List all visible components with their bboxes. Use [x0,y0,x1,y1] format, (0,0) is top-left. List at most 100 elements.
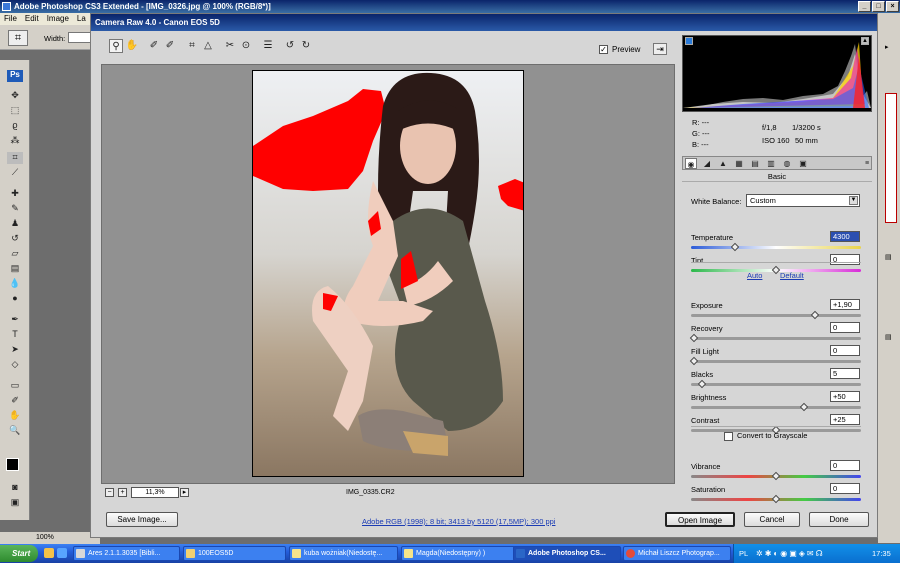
tab-hsl-icon[interactable]: ▦ [733,158,745,169]
preferences-icon[interactable]: ☰ [261,39,275,53]
auto-link[interactable]: Auto [747,271,762,280]
magic-wand-tool-icon[interactable]: ⁂ [7,135,23,147]
fullscreen-icon[interactable]: ⇥ [653,43,667,55]
quick-launch-icon[interactable] [44,548,54,558]
red-eye-tool-icon[interactable]: ⊙ [239,39,253,53]
tab-detail-icon[interactable]: ▲ [717,158,729,169]
menu-layer[interactable]: La [73,14,90,23]
slider-track[interactable] [689,333,861,343]
tab-presets-icon[interactable]: ▣ [797,158,809,169]
slider-thumb[interactable] [771,494,781,504]
foreground-color-swatch[interactable] [6,458,19,471]
menu-file[interactable]: File [0,14,21,23]
save-image-button[interactable]: Save Image... [106,512,178,527]
zoom-in-button[interactable]: + [118,488,127,497]
healing-brush-tool-icon[interactable]: ✚ [7,188,23,200]
quick-mask-icon[interactable]: ◙ [7,482,23,494]
slider-value-field[interactable]: +50 [830,391,860,402]
cancel-button[interactable]: Cancel [744,512,800,527]
slider-thumb[interactable] [771,265,781,275]
slider-track[interactable] [691,265,861,275]
shape-tool-icon[interactable]: ◇ [7,359,23,371]
tab-split-toning-icon[interactable]: ▤ [749,158,761,169]
document-zoom[interactable]: 100% [36,534,54,541]
workflow-options-link[interactable]: Adobe RGB (1998); 8 bit; 3413 by 5120 (1… [362,517,555,526]
slider-value-field[interactable]: +25 [830,414,860,425]
slider-value-field[interactable]: 0 [830,322,860,333]
gradient-tool-icon[interactable]: ▤ [7,263,23,275]
tab-lens-corrections-icon[interactable]: ▥ [765,158,777,169]
start-button[interactable]: Start [0,545,38,562]
color-sampler-tool-icon[interactable]: ✐ [163,39,177,53]
minimize-button[interactable]: _ [858,1,871,12]
screen-mode-icon[interactable]: ▣ [7,497,23,509]
maximize-button[interactable]: □ [872,1,885,12]
slider-value-field[interactable]: 5 [830,368,860,379]
taskbar-item-chat-magda[interactable]: Magda(Niedostępny) ) [401,546,515,561]
preview-checkbox[interactable]: ✓ Preview [599,45,640,55]
dock-panel-strip[interactable] [885,93,897,223]
done-button[interactable]: Done [809,512,869,527]
slider-thumb[interactable] [697,379,707,389]
default-link[interactable]: Default [780,271,804,280]
rotate-right-icon[interactable]: ↻ [299,39,313,53]
white-balance-select[interactable]: Custom ▼ [746,194,860,207]
pen-tool-icon[interactable]: ✒ [7,314,23,326]
shadow-clip-warning-icon[interactable] [685,37,693,45]
tab-tone-curve-icon[interactable]: ◢ [701,158,713,169]
hand-tool-icon[interactable]: ✋ [7,410,23,422]
zoom-tool-icon[interactable]: 🔍 [7,425,23,437]
slider-thumb[interactable] [689,356,699,366]
slider-value-field[interactable]: 4300 [830,231,860,242]
dodge-tool-icon[interactable]: ● [7,293,23,305]
taskbar-item-chat-kuba[interactable]: kuba wożniak(Niedostę... [289,546,398,561]
eraser-tool-icon[interactable]: ▱ [7,248,23,260]
slider-track[interactable] [691,471,861,481]
rotate-left-icon[interactable]: ↺ [283,39,297,53]
slider-track[interactable] [689,356,861,366]
tray-icons[interactable]: ✲✱◐◉▣◈✉☊ [756,549,846,558]
path-selection-tool-icon[interactable]: ➤ [7,344,23,356]
menu-edit[interactable]: Edit [21,14,43,23]
close-button[interactable]: × [886,1,899,12]
taskbar-item-photoshop[interactable]: Adobe Photoshop CS... [513,546,621,561]
slider-track[interactable] [691,379,861,389]
panel-menu-icon[interactable]: ≡ [861,158,873,169]
dock-collapse-icon[interactable]: ▸ [885,43,895,51]
history-brush-tool-icon[interactable]: ↺ [7,233,23,245]
width-field[interactable] [68,32,92,43]
slider-value-field[interactable]: 0 [830,460,860,471]
slider-thumb[interactable] [811,310,820,320]
notes-tool-icon[interactable]: ▭ [7,380,23,392]
move-tool-icon[interactable]: ✥ [7,90,23,102]
menu-image[interactable]: Image [43,14,73,23]
chevron-down-icon[interactable]: ▼ [849,196,858,205]
zoom-out-button[interactable]: − [105,488,114,497]
crop-tool-icon[interactable]: ⌗ [7,152,23,164]
slider-thumb[interactable] [689,333,699,343]
preview-canvas[interactable] [101,64,675,484]
quick-launch-icon[interactable] [57,548,67,558]
crop-tool-icon[interactable]: ⌗ [185,39,199,53]
open-image-button[interactable]: Open Image [665,512,735,527]
slider-value-field[interactable]: 0 [830,345,860,356]
slider-value-field[interactable]: 0 [830,483,860,494]
grayscale-check[interactable] [724,431,733,441]
straighten-tool-icon[interactable]: △ [201,39,215,53]
dock-panel-icon[interactable]: ▤ [885,253,895,263]
zoom-level[interactable]: 11,3% [131,487,179,498]
zoom-dropdown-icon[interactable]: ▸ [180,488,189,497]
slider-value-field[interactable]: 0 [830,254,860,265]
preview-check[interactable]: ✓ [599,45,608,55]
slider-thumb[interactable] [771,471,781,481]
slider-thumb[interactable] [799,402,809,412]
slider-track[interactable] [691,310,861,320]
eyedropper-tool-icon[interactable]: ✐ [7,395,23,407]
slice-tool-icon[interactable]: ⟋ [7,167,23,179]
clone-stamp-tool-icon[interactable]: ♟ [7,218,23,230]
brush-tool-icon[interactable]: ✎ [7,203,23,215]
slider-track[interactable] [691,402,861,412]
dock-panel-icon[interactable]: ▤ [885,333,895,343]
highlight-clip-warning-icon[interactable]: ▲ [861,37,869,45]
blur-tool-icon[interactable]: 💧 [7,278,23,290]
